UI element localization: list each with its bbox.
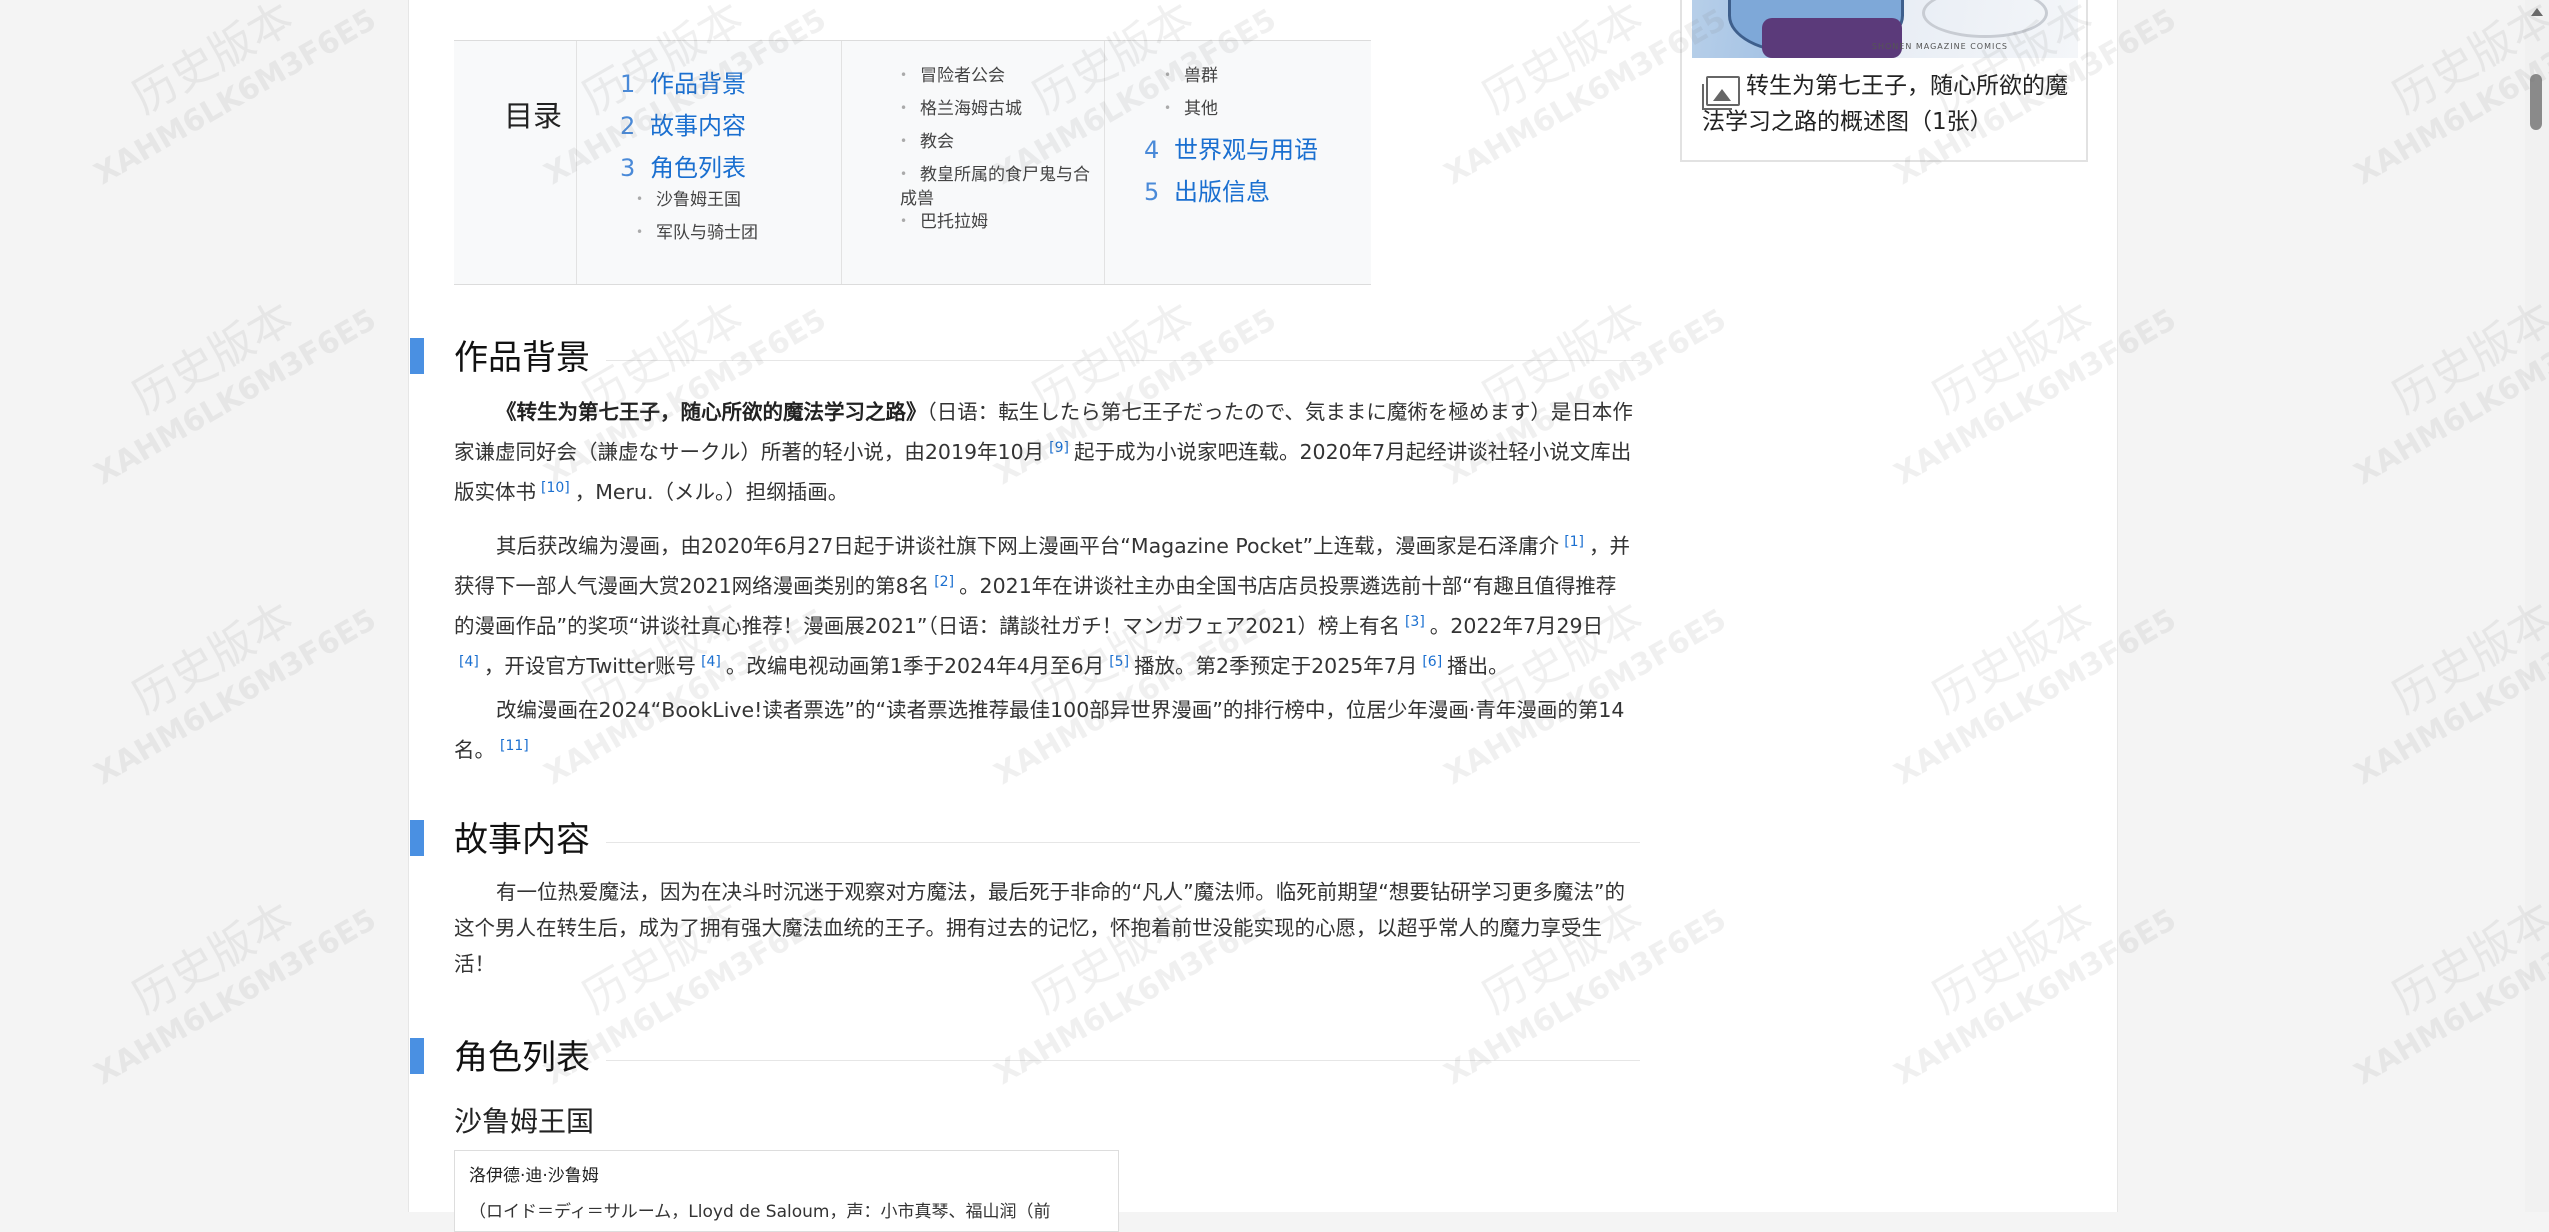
heading-accent-bar bbox=[410, 338, 424, 374]
toc-subitem[interactable]: 兽群 bbox=[1164, 59, 1318, 92]
paragraph-background-2: 其后获改编为漫画，由2020年6月27日起于讲谈社旗下网上漫画平台“Magazi… bbox=[454, 534, 1631, 678]
watermark: 历史版本XAHM6LK6M3F6E5 bbox=[2348, 292, 2549, 493]
toc-subitem[interactable]: 教会 bbox=[900, 125, 1100, 158]
reference-link[interactable]: [2] bbox=[934, 574, 954, 590]
toc-subitem[interactable]: 军队与骑士团 bbox=[636, 216, 758, 249]
paragraph-story: 有一位热爱魔法，因为在决斗时沉迷于观察对方魔法，最后死于非命的“凡人”魔法师。临… bbox=[454, 880, 1625, 976]
reference-link[interactable]: [5] bbox=[1109, 654, 1129, 670]
summary-image-card[interactable]: SHONEN MAGAZINE COMICS 转生为第七王子，随心所欲的魔法学习… bbox=[1680, 0, 2088, 162]
image-caption[interactable]: 转生为第七王子，随心所欲的魔法学习之路的概述图（1张） bbox=[1702, 68, 2076, 140]
paragraph-background-3: 改编漫画在2024“BookLive!读者票选”的“读者票选推荐最佳100部异世… bbox=[454, 698, 1625, 762]
character-card: 洛伊德·迪·沙鲁姆 （ロイド＝ディ＝サルーム，Lloyd de Saloum，声… bbox=[454, 1150, 1119, 1232]
watermark: 历史版本XAHM6LK6M3F6E5 bbox=[88, 592, 383, 793]
toc-subitem[interactable]: 冒险者公会 bbox=[900, 59, 1100, 92]
toc-subitem[interactable]: 教皇所属的食尸鬼与合成兽 bbox=[900, 158, 1100, 211]
scroll-up-arrow-icon[interactable] bbox=[2531, 8, 2543, 16]
toc-item-story[interactable]: 2 故事内容 bbox=[620, 105, 758, 147]
watermark: 历史版本XAHM6LK6M3F6E5 bbox=[88, 292, 383, 493]
heading-accent-bar bbox=[410, 1038, 424, 1074]
watermark: 历史版本XAHM6LK6M3F6E5 bbox=[2348, 0, 2549, 193]
reference-link[interactable]: [10] bbox=[541, 480, 570, 496]
toc-divider bbox=[576, 41, 577, 284]
toc-item-publication[interactable]: 5 出版信息 bbox=[1144, 171, 1318, 213]
cover-image[interactable]: SHONEN MAGAZINE COMICS bbox=[1692, 0, 2078, 58]
watermark: 历史版本XAHM6LK6M3F6E5 bbox=[88, 0, 383, 193]
toc-subitem[interactable]: 其他 bbox=[1164, 92, 1318, 125]
reference-link[interactable]: [4] bbox=[459, 654, 479, 670]
reference-link[interactable]: [1] bbox=[1564, 534, 1584, 550]
cover-image-text: SHONEN MAGAZINE COMICS bbox=[1871, 42, 2008, 51]
toc-item-world[interactable]: 4 世界观与用语 bbox=[1144, 129, 1318, 171]
gallery-icon bbox=[1702, 76, 1740, 110]
scrollbar[interactable] bbox=[2525, 0, 2549, 1212]
watermark: 历史版本XAHM6LK6M3F6E5 bbox=[2348, 892, 2549, 1093]
character-detail: （ロイド＝ディ＝サルーム，Lloyd de Saloum，声：小市真琴、福山润（… bbox=[469, 1202, 1051, 1222]
subsection-heading-saloum: 沙鲁姆王国 bbox=[454, 1105, 595, 1138]
watermark: 历史版本XAHM6LK6M3F6E5 bbox=[88, 892, 383, 1093]
character-name: 洛伊德·迪·沙鲁姆 bbox=[469, 1166, 599, 1186]
scrollbar-thumb[interactable] bbox=[2530, 74, 2542, 130]
reference-link[interactable]: [3] bbox=[1405, 614, 1425, 630]
reference-link[interactable]: [6] bbox=[1422, 654, 1442, 670]
toc-title: 目录 bbox=[504, 99, 563, 133]
reference-link[interactable]: [4] bbox=[701, 654, 721, 670]
toc-divider bbox=[1104, 41, 1105, 284]
toc-item-background[interactable]: 1 作品背景 bbox=[620, 63, 758, 105]
reference-link[interactable]: [11] bbox=[500, 738, 529, 754]
toc-subitem[interactable]: 格兰海姆古城 bbox=[900, 92, 1100, 125]
heading-accent-bar bbox=[410, 820, 424, 856]
table-of-contents: 目录 1作品背景 2故事内容 3角色列表 沙鲁姆王国 军队与骑士团 冒险者公会 … bbox=[454, 40, 1371, 285]
paragraph-background-1: 《转生为第七王子，随心所欲的魔法学习之路》（日语：転生したら第七王子だったので、… bbox=[454, 400, 1633, 504]
watermark: 历史版本XAHM6LK6M3F6E5 bbox=[2348, 592, 2549, 793]
reference-link[interactable]: [9] bbox=[1049, 440, 1069, 456]
toc-subitem[interactable]: 巴托拉姆 bbox=[900, 205, 1100, 238]
toc-subitem[interactable]: 沙鲁姆王国 bbox=[636, 183, 758, 216]
toc-divider bbox=[841, 41, 842, 284]
